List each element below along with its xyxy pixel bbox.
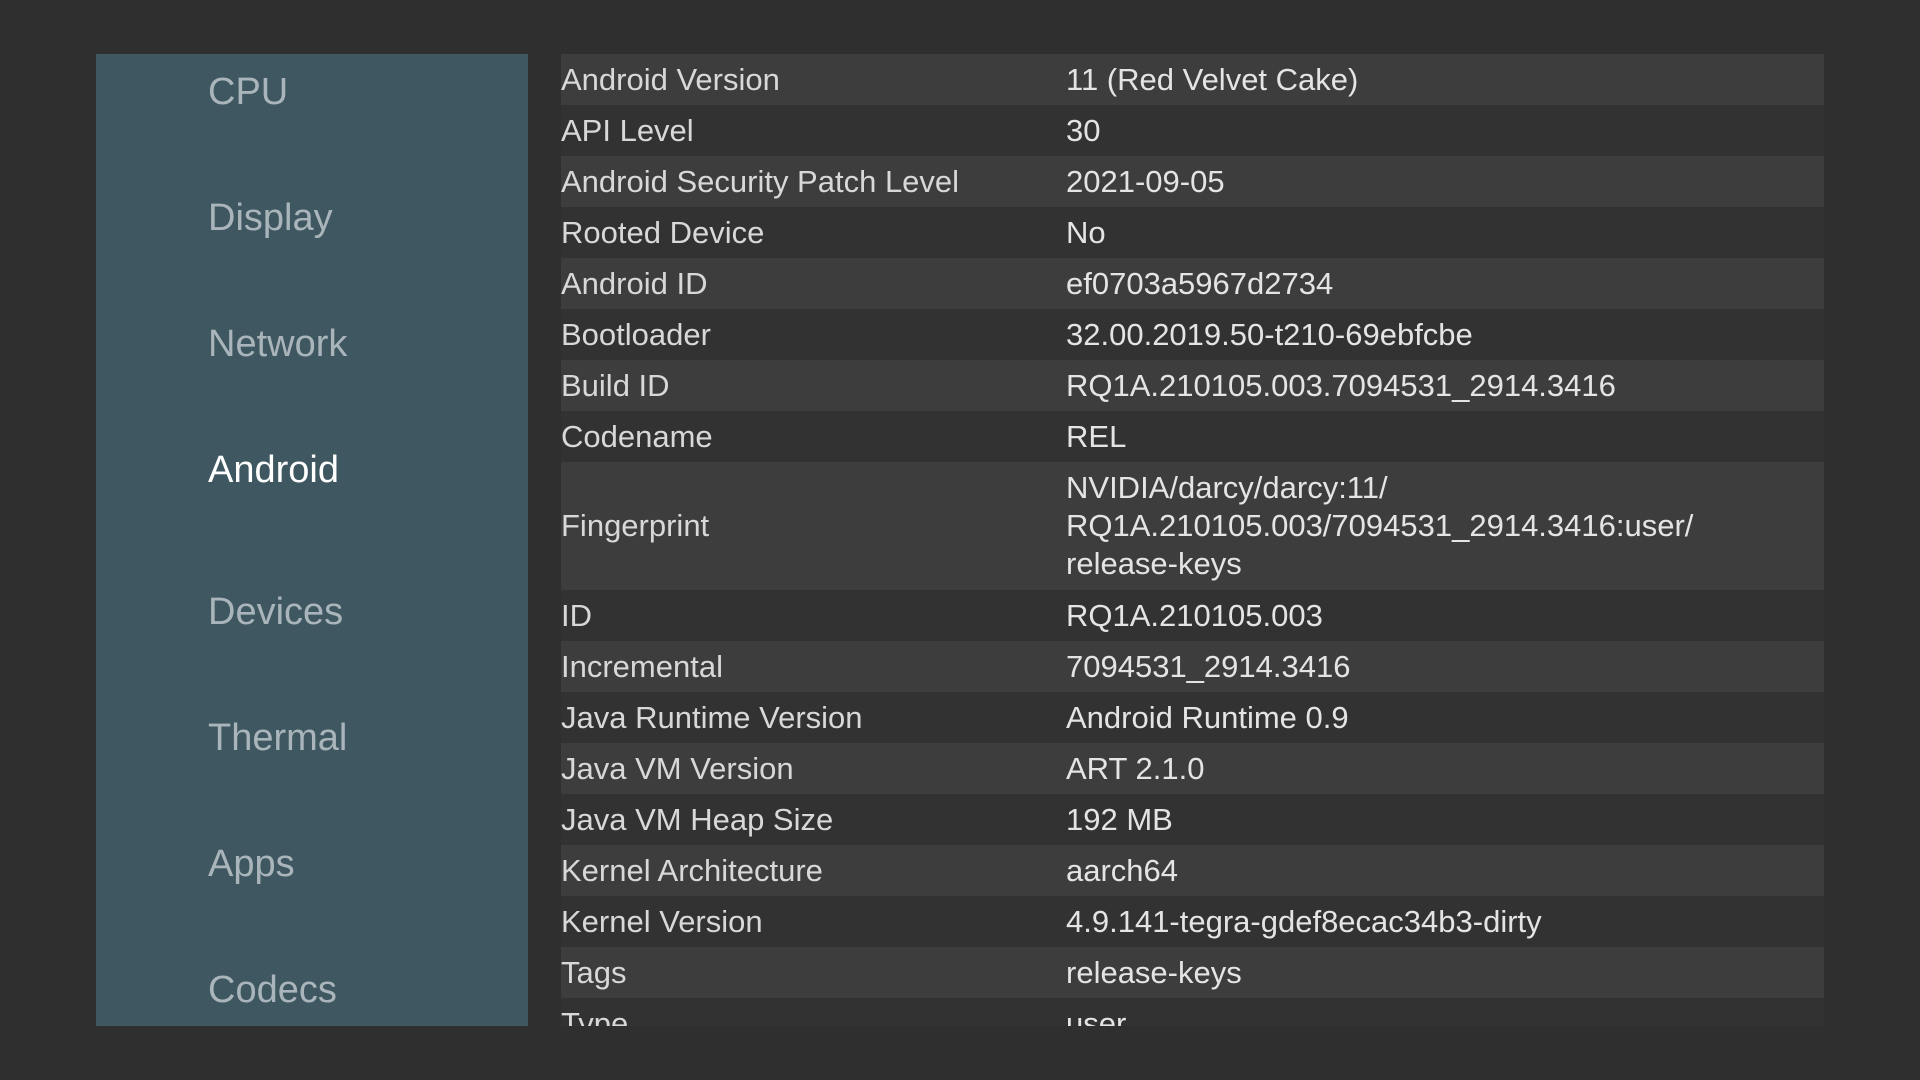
row-value: ART 2.1.0 [1066, 750, 1205, 786]
table-row: Type user [561, 998, 1824, 1026]
row-key: Kernel Version [561, 903, 763, 939]
table-row: Kernel Architecture aarch64 [561, 845, 1824, 896]
row-key: Build ID [561, 367, 670, 403]
sidebar-item-cpu[interactable]: CPU [208, 70, 288, 114]
table-row: Java Runtime Version Android Runtime 0.9 [561, 692, 1824, 743]
row-key: Incremental [561, 648, 723, 684]
row-key: Android ID [561, 265, 708, 301]
row-value: ef0703a5967d2734 [1066, 265, 1334, 301]
sidebar-item-thermal[interactable]: Thermal [208, 716, 347, 760]
app-window: CPU Display Network Android Devices Ther… [0, 0, 1920, 1080]
sidebar-item-display[interactable]: Display [208, 196, 333, 240]
row-value: 11 (Red Velvet Cake) [1066, 61, 1359, 97]
table-row: Rooted Device No [561, 207, 1824, 258]
sidebar-item-android[interactable]: Android [208, 448, 339, 492]
sidebar-item-apps[interactable]: Apps [208, 842, 295, 886]
row-key: Android Version [561, 61, 780, 97]
row-value: 192 MB [1066, 801, 1173, 837]
row-key: Fingerprint [561, 508, 710, 543]
table-row: Fingerprint NVIDIA/darcy/darcy:11/ RQ1A.… [561, 462, 1824, 590]
row-key: Kernel Architecture [561, 852, 823, 888]
table-row: Codename REL [561, 411, 1824, 462]
row-value: No [1066, 214, 1106, 250]
table-row: Bootloader 32.00.2019.50-t210-69ebfcbe [561, 309, 1824, 360]
row-key: Bootloader [561, 316, 711, 352]
row-key: API Level [561, 112, 694, 148]
table-row: Tags release-keys [561, 947, 1824, 998]
row-value: release-keys [1066, 954, 1242, 990]
table-row: Android ID ef0703a5967d2734 [561, 258, 1824, 309]
row-key: ID [561, 597, 592, 633]
row-key: Java VM Version [561, 750, 794, 786]
row-value: 30 [1066, 112, 1101, 148]
row-key: Rooted Device [561, 214, 765, 250]
row-value: 4.9.141-tegra-gdef8ecac34b3-dirty [1066, 903, 1542, 939]
table-row: Android Security Patch Level 2021-09-05 [561, 156, 1824, 207]
table-row: Kernel Version 4.9.141-tegra-gdef8ecac34… [561, 896, 1824, 947]
row-value: REL [1066, 418, 1127, 454]
sidebar-item-network[interactable]: Network [208, 322, 347, 366]
table-row: Java VM Heap Size 192 MB [561, 794, 1824, 845]
row-value: 32.00.2019.50-t210-69ebfcbe [1066, 316, 1473, 352]
row-value: 7094531_2914.3416 [1066, 648, 1351, 684]
row-key: Tags [561, 954, 627, 990]
row-key: Type [561, 1005, 629, 1027]
row-value: NVIDIA/darcy/darcy:11/ RQ1A.210105.003/7… [1066, 470, 1694, 581]
row-key: Java VM Heap Size [561, 801, 834, 837]
table-row: Incremental 7094531_2914.3416 [561, 641, 1824, 692]
row-value: Android Runtime 0.9 [1066, 699, 1349, 735]
sidebar-item-codecs[interactable]: Codecs [208, 968, 337, 1012]
android-info-table[interactable]: Android Version 11 (Red Velvet Cake) API… [561, 54, 1824, 1026]
row-key: Java Runtime Version [561, 699, 863, 735]
row-key: Android Security Patch Level [561, 163, 960, 199]
row-value: 2021-09-05 [1066, 163, 1225, 199]
row-value: aarch64 [1066, 852, 1179, 888]
table-row: API Level 30 [561, 105, 1824, 156]
table-row: Build ID RQ1A.210105.003.7094531_2914.34… [561, 360, 1824, 411]
row-value: RQ1A.210105.003.7094531_2914.3416 [1066, 367, 1616, 403]
row-key: Codename [561, 418, 713, 454]
row-value: user [1066, 1005, 1127, 1027]
row-value: RQ1A.210105.003 [1066, 597, 1323, 633]
table-row: Java VM Version ART 2.1.0 [561, 743, 1824, 794]
table-row: Android Version 11 (Red Velvet Cake) [561, 54, 1824, 105]
table-row: ID RQ1A.210105.003 [561, 590, 1824, 641]
sidebar-item-devices[interactable]: Devices [208, 590, 343, 634]
sidebar: CPU Display Network Android Devices Ther… [96, 54, 528, 1026]
